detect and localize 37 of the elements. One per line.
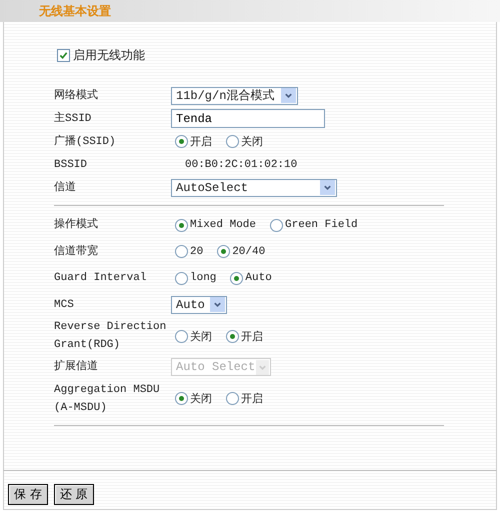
section-title: 无线基本设置: [39, 2, 111, 20]
radio-option[interactable]: 20: [175, 245, 204, 258]
radio-option[interactable]: 开启: [175, 134, 212, 149]
radio-option[interactable]: 关闭: [226, 134, 263, 149]
field-label: BSSID: [54, 158, 88, 172]
dropdown[interactable]: Auto: [171, 296, 227, 314]
radio-option[interactable]: 开启: [226, 391, 263, 406]
radio-option[interactable]: 关闭: [175, 328, 212, 344]
enable-wireless-checkbox[interactable]: 启用无线功能: [57, 47, 145, 64]
form-button[interactable]: 保 存: [8, 484, 48, 505]
field-label: 操作模式: [54, 217, 99, 234]
field-label: 网络模式: [54, 88, 99, 104]
radio-option[interactable]: long: [175, 272, 216, 285]
caret-icon[interactable]: [323, 183, 332, 192]
radio-option[interactable]: Mixed Mode: [175, 218, 256, 232]
form-button[interactable]: 还 原: [54, 484, 94, 505]
field-label: 信道带宽: [54, 244, 99, 260]
field-label: MCS: [54, 298, 75, 313]
caret-icon[interactable]: [284, 91, 293, 100]
radio-option[interactable]: Green Field: [270, 218, 358, 232]
field-label: Reverse Direction Grant(RDG): [54, 320, 168, 353]
radio-option[interactable]: 开启: [226, 328, 263, 344]
check-icon: [59, 51, 68, 60]
radio-option[interactable]: 20/40: [217, 245, 266, 258]
dropdown[interactable]: 11b/g/n混合模式: [171, 86, 298, 104]
field-label: 主SSID: [54, 110, 92, 126]
radio-option[interactable]: 关闭: [175, 391, 212, 406]
ssid-input-field[interactable]: Tenda: [171, 109, 325, 128]
bssid-value: 00:B0:2C:01:02:10: [185, 158, 298, 170]
caret-icon[interactable]: [213, 300, 222, 310]
dropdown[interactable]: AutoSelect: [171, 178, 337, 196]
field-label: Guard Interval: [54, 271, 148, 286]
field-label: 广播(SSID): [54, 134, 117, 150]
field-label: 扩展信道: [54, 358, 99, 376]
radio-option[interactable]: Auto: [230, 272, 272, 285]
field-label: Aggregation MSDU (A-MSDU): [54, 382, 161, 416]
field-label: 信道: [54, 180, 77, 196]
